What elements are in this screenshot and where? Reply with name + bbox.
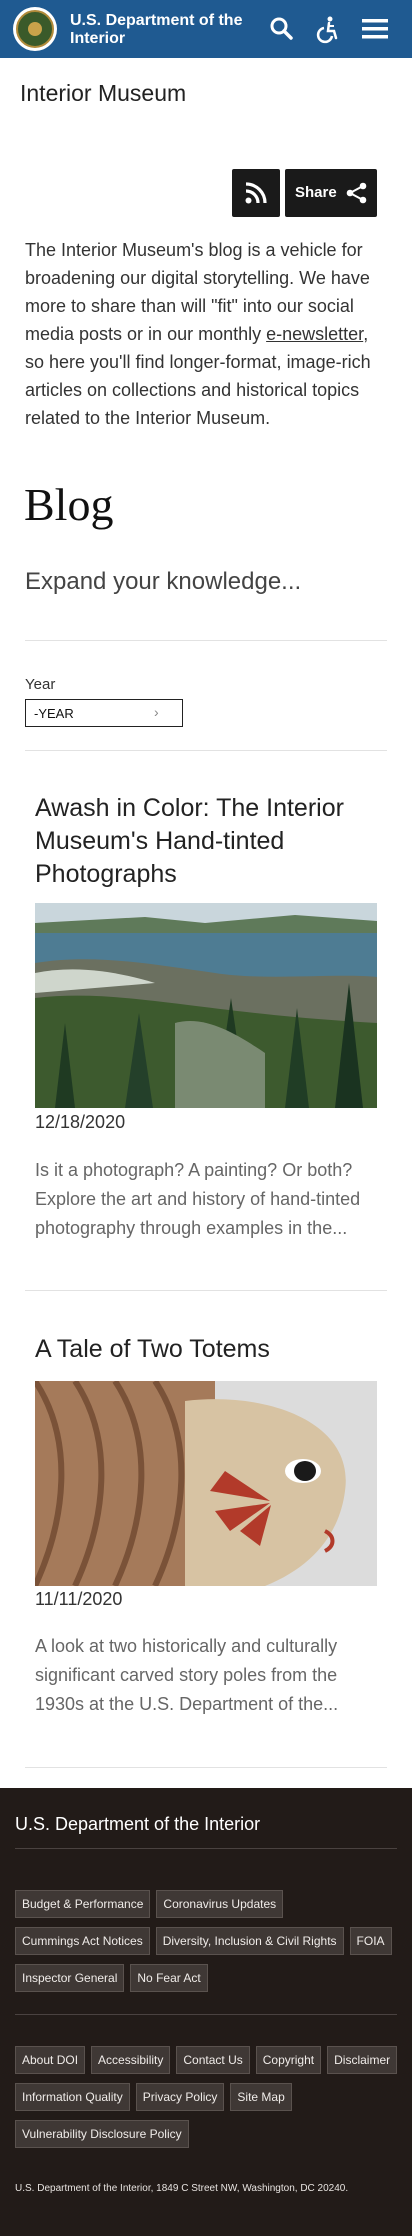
- site-footer: U.S. Department of the Interior Budget &…: [0, 1788, 412, 2236]
- accessibility-icon[interactable]: [313, 14, 343, 44]
- footer-link[interactable]: Contact Us: [176, 2046, 250, 2074]
- article-date: 11/11/2020: [35, 1589, 123, 1609]
- footer-link[interactable]: Inspector General: [15, 1964, 125, 1992]
- divider: [25, 750, 387, 751]
- rss-icon: [245, 182, 267, 204]
- article-title[interactable]: A Tale of Two Totems: [35, 1333, 375, 1366]
- share-icon: [346, 182, 367, 204]
- footer-link[interactable]: Coronavirus Updates: [156, 1890, 284, 1918]
- article-summary: A look at two historically and culturall…: [35, 1636, 339, 1714]
- footer-link[interactable]: Vulnerability Disclosure Policy: [15, 2120, 189, 2148]
- search-icon[interactable]: [267, 14, 297, 44]
- year-select[interactable]: -YEAR ›: [25, 699, 183, 727]
- footer-link[interactable]: FOIA: [349, 1927, 392, 1955]
- menu-icon[interactable]: [360, 14, 390, 44]
- footer-title[interactable]: U.S. Department of the Interior: [15, 1814, 260, 1835]
- divider: [25, 1767, 387, 1768]
- rss-button[interactable]: [232, 169, 280, 217]
- article-date: 12/18/2020: [35, 1112, 126, 1132]
- footer-link[interactable]: No Fear Act: [130, 1964, 208, 1992]
- share-button[interactable]: Share: [285, 169, 377, 217]
- footer-link[interactable]: Cummings Act Notices: [15, 1927, 150, 1955]
- footer-links-primary: Budget & Performance Coronavirus Updates…: [15, 1890, 400, 1992]
- share-label: Share: [295, 184, 337, 201]
- page-title: Blog: [24, 479, 114, 530]
- footer-link[interactable]: Information Quality: [15, 2083, 130, 2111]
- footer-link[interactable]: Accessibility: [91, 2046, 171, 2074]
- article-image-carved-totem[interactable]: [35, 1381, 377, 1586]
- year-select-value: -YEAR: [34, 706, 74, 721]
- footer-links-secondary: About DOI Accessibility Contact Us Copyr…: [15, 2046, 400, 2148]
- doi-seal-icon[interactable]: [13, 7, 57, 51]
- agency-name[interactable]: U.S. Department of the Interior: [70, 12, 250, 48]
- year-filter-label: Year: [25, 676, 56, 693]
- site-header: U.S. Department of the Interior: [0, 0, 412, 58]
- subheading: Expand your knowledge...: [25, 568, 302, 595]
- footer-link[interactable]: Copyright: [255, 2046, 322, 2074]
- divider: [25, 640, 387, 641]
- footer-divider: [15, 2014, 397, 2015]
- footer-link[interactable]: Diversity, Inclusion & Civil Rights: [155, 1927, 344, 1955]
- article-summary: Is it a photograph? A painting? Or both?…: [35, 1160, 361, 1238]
- article-image-coastal-landscape[interactable]: [35, 903, 377, 1108]
- footer-divider: [15, 1848, 397, 1849]
- blog-intro: The Interior Museum's blog is a vehicle …: [25, 236, 380, 432]
- footer-link[interactable]: Budget & Performance: [15, 1890, 151, 1918]
- article-title[interactable]: Awash in Color: The Interior Museum's Ha…: [35, 792, 375, 891]
- site-title[interactable]: Interior Museum: [20, 80, 186, 107]
- footer-link[interactable]: Disclaimer: [327, 2046, 398, 2074]
- divider: [25, 1290, 387, 1291]
- e-newsletter-link[interactable]: e-newsletter: [266, 324, 363, 344]
- footer-link[interactable]: Privacy Policy: [135, 2083, 225, 2111]
- chevron-right-icon: ›: [154, 704, 159, 720]
- footer-link[interactable]: Site Map: [230, 2083, 292, 2111]
- footer-address: U.S. Department of the Interior, 1849 C …: [15, 2183, 349, 2194]
- footer-link[interactable]: About DOI: [15, 2046, 86, 2074]
